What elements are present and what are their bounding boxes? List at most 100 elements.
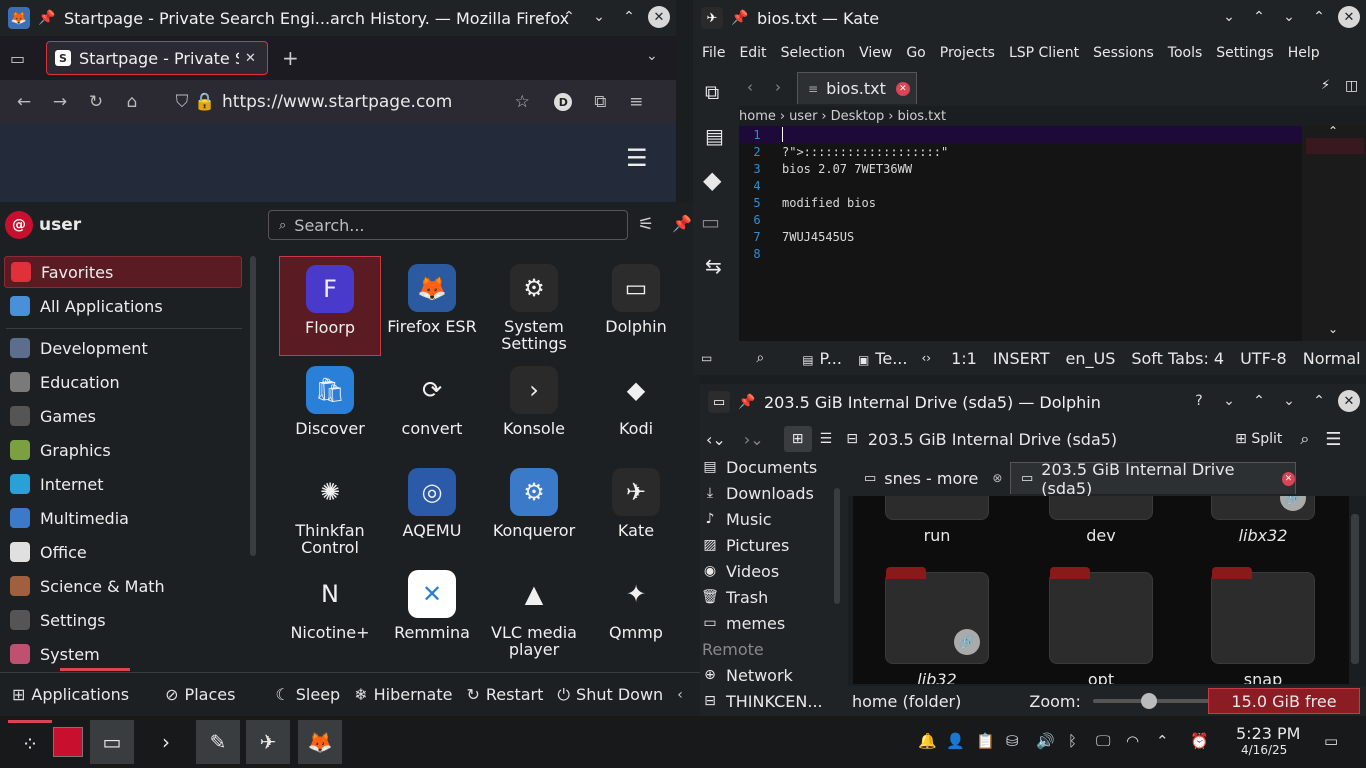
terminal-status[interactable]: ▣ Te... — [858, 349, 908, 368]
tab-close-icon[interactable]: ✕ — [895, 81, 910, 96]
kate-menu-item[interactable]: Sessions — [1093, 45, 1154, 61]
breadcrumb-item[interactable]: home — [739, 109, 776, 124]
launcher-search-input[interactable]: ⌕ Search... — [268, 210, 628, 240]
app-launcher-button[interactable]: ⁘ — [8, 720, 52, 764]
breadcrumb-item[interactable]: user — [789, 109, 817, 124]
drive-icon[interactable]: ⊟ — [846, 431, 858, 447]
kate-menu-item[interactable]: File — [702, 45, 725, 61]
indentation[interactable]: Soft Tabs: 4 — [1131, 349, 1224, 368]
breadcrumb-item[interactable]: bios.txt — [897, 109, 946, 124]
forward-icon[interactable]: ›⌄ — [744, 430, 764, 449]
code-line[interactable]: modified bios — [782, 196, 876, 210]
app-tile[interactable]: ✕ Remmina — [381, 562, 483, 662]
debian-avatar-icon[interactable]: @ — [5, 211, 33, 239]
places-tab[interactable]: ⊘ Places — [165, 685, 235, 704]
breadcrumb-item[interactable]: Desktop — [831, 109, 885, 124]
pin-icon[interactable]: 📌 — [38, 10, 56, 26]
tray-expand-icon[interactable]: ⌃ — [1156, 732, 1169, 750]
clipboard-icon[interactable]: 📋 — [976, 732, 995, 750]
location-bar[interactable]: 203.5 GiB Internal Drive (sda5) — [868, 430, 1117, 449]
clock-date[interactable]: 4/16/25 — [1241, 743, 1287, 757]
app-tile[interactable]: ▭ Dolphin — [585, 256, 687, 356]
git-icon[interactable]: ◆ — [703, 166, 721, 194]
extensions-icon[interactable]: ⧉ — [582, 92, 618, 112]
folder-item[interactable]: run — [885, 496, 989, 545]
maximize-icon[interactable]: ⌃ — [1308, 6, 1330, 28]
app-tile[interactable]: F Floorp — [279, 256, 381, 356]
hamburger-menu-icon[interactable]: ☰ — [1325, 429, 1341, 450]
hamburger-menu-icon[interactable]: ≡ — [618, 92, 654, 112]
minimize-icon[interactable]: ⌄ — [1278, 390, 1300, 412]
kate-menu-item[interactable]: Selection — [781, 45, 846, 61]
scroll-up-icon[interactable]: ⌃ — [1328, 124, 1338, 138]
app-tile[interactable]: N Nicotine+ — [279, 562, 381, 662]
search-icon[interactable]: ⌕ — [756, 350, 764, 366]
app-tile[interactable]: ▲ VLC media player — [483, 562, 585, 662]
alarm-icon[interactable]: ⏰ — [1190, 732, 1209, 750]
app-tile[interactable]: ◆ Kodi — [585, 358, 687, 458]
kate-tab-bios[interactable]: ≡ bios.txt ✕ — [797, 72, 917, 104]
app-tile[interactable]: 🦊 Firefox ESR — [381, 256, 483, 356]
shield-icon[interactable]: ⛉ — [170, 92, 194, 112]
quick-open-icon[interactable]: ⚡ — [1321, 78, 1330, 93]
applications-tab[interactable]: ⊞ Applications — [12, 685, 129, 704]
back-icon[interactable]: ‹⌄ — [706, 430, 726, 449]
kate-editor[interactable]: 1 2 ?">:::::::::::::::::::" 3 bios 2.07 7WET… — [739, 126, 1302, 341]
pager-icon[interactable] — [52, 720, 84, 764]
wifi-icon[interactable]: ◠ — [1126, 732, 1139, 750]
code-icon[interactable]: ‹› — [921, 351, 931, 365]
maximize-icon[interactable]: ⌃ — [1308, 390, 1330, 412]
icons-view-icon[interactable]: ⊞ — [783, 426, 812, 452]
zoom-slider-handle[interactable] — [1140, 693, 1157, 709]
category-scrollbar[interactable] — [250, 256, 256, 556]
category-item[interactable]: All Applications — [4, 290, 242, 322]
split-view-icon[interactable]: ◫ — [1345, 78, 1358, 94]
category-item[interactable]: Internet — [4, 468, 242, 500]
clock-time[interactable]: 5:23 PM — [1236, 724, 1300, 743]
dolphin-file-view[interactable]: run dev 🔗 libx32 🔗 lib32 opt snap — [853, 496, 1349, 684]
restart-button[interactable]: ↻ Restart — [466, 685, 543, 704]
place-item[interactable]: ▤ Documents — [702, 454, 817, 480]
dolphin-tab-drive[interactable]: ▭ 203.5 GiB Internal Drive (sda5) ✕ — [1010, 460, 1296, 498]
keep-above-icon[interactable]: ⌃ — [558, 6, 580, 28]
input-mode[interactable]: INSERT — [993, 349, 1050, 368]
category-item[interactable]: Science & Math — [4, 570, 242, 602]
app-tile[interactable]: ⚙ System Settings — [483, 256, 585, 356]
pin-icon[interactable]: 📌 — [738, 394, 756, 410]
app-tile[interactable]: ✦ Qmmp — [585, 562, 687, 662]
folder-item[interactable]: dev — [1049, 496, 1153, 545]
tab-list-icon[interactable]: ⌄ — [646, 48, 658, 64]
category-item[interactable]: Favorites — [4, 256, 242, 288]
prev-tab-icon[interactable]: ‹ — [747, 78, 753, 96]
shutdown-button[interactable]: ⏻ Shut Down — [557, 685, 663, 705]
encoding[interactable]: UTF-8 — [1240, 349, 1287, 368]
task-firefox[interactable]: 🦊 — [298, 720, 342, 764]
remote-item[interactable]: ⊕ Network — [702, 662, 793, 688]
reload-icon[interactable]: ↻ — [78, 92, 114, 112]
place-item[interactable]: 🗑 Trash — [701, 584, 768, 610]
task-konsole[interactable]: › — [144, 720, 188, 764]
show-desktop-icon[interactable]: ▭ — [1324, 732, 1338, 750]
projects-icon[interactable]: ▤ — [705, 124, 724, 148]
remote-item[interactable]: ⊟ THINKCEN... — [702, 688, 823, 714]
category-item[interactable]: Office — [4, 536, 242, 568]
tab-close-icon[interactable]: ✕ — [1282, 471, 1295, 486]
kate-menu-item[interactable]: View — [859, 45, 892, 61]
app-tile[interactable]: ◎ AQEMU — [381, 460, 483, 560]
category-item[interactable]: Settings — [4, 604, 242, 636]
close-icon[interactable]: ✕ — [1338, 390, 1360, 412]
close-icon[interactable]: ✕ — [648, 6, 670, 28]
kate-menu-item[interactable]: LSP Client — [1009, 45, 1079, 61]
configure-icon[interactable]: ⚟ — [638, 214, 654, 235]
next-tab-icon[interactable]: › — [775, 78, 781, 96]
category-item[interactable]: Graphics — [4, 434, 242, 466]
app-tile[interactable]: 🛍 Discover — [279, 358, 381, 458]
split-button[interactable]: ⊞ Split — [1235, 431, 1282, 447]
zoom-slider[interactable] — [1092, 693, 1217, 709]
category-item[interactable]: System — [4, 638, 242, 670]
folder-item[interactable]: 🔗 lib32 — [885, 567, 989, 684]
place-item[interactable]: ▨ Pictures — [702, 532, 789, 558]
tab-close-icon[interactable]: ✕ — [245, 51, 256, 66]
code-line[interactable]: bios 2.07 7WET36WW — [782, 162, 912, 176]
app-tile[interactable]: › Konsole — [483, 358, 585, 458]
